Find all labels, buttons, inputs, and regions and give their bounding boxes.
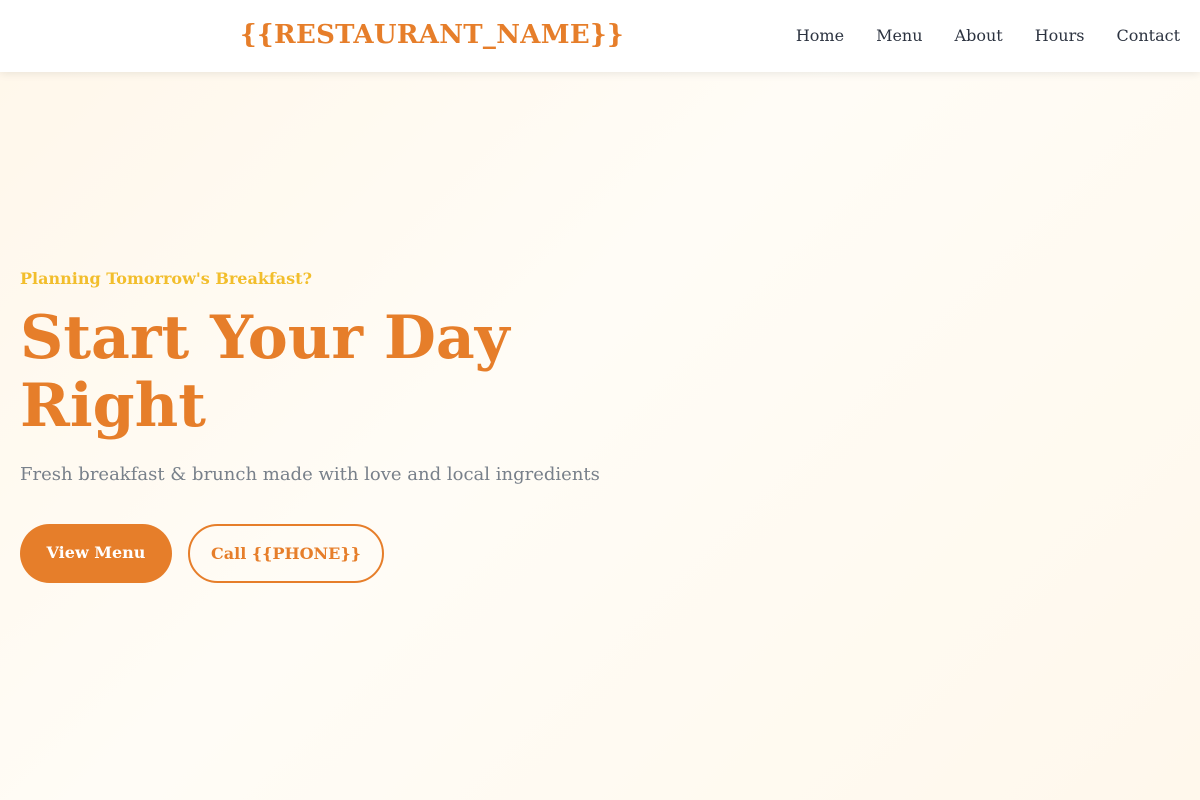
main-nav: Home Menu About Hours Contact — [796, 24, 1180, 48]
nav-home-link[interactable]: Home — [796, 24, 844, 48]
restaurant-name-logo[interactable]: {{RESTAURANT_NAME}} — [240, 17, 624, 53]
hero-headline-line-2: Right — [20, 371, 206, 441]
nav-hours-link[interactable]: Hours — [1035, 24, 1085, 48]
nav-about-link[interactable]: About — [955, 24, 1003, 48]
hero-headline-line-1: Start Your Day — [20, 303, 510, 373]
top-navbar: {{RESTAURANT_NAME}} Home Menu About Hour… — [0, 0, 1200, 72]
nav-contact-link[interactable]: Contact — [1116, 24, 1180, 48]
call-phone-button[interactable]: Call {{PHONE}} — [188, 524, 384, 583]
hero-eyebrow: Planning Tomorrow's Breakfast? — [20, 269, 312, 288]
hero-section: Planning Tomorrow's Breakfast? Start You… — [20, 266, 640, 583]
nav-menu-link[interactable]: Menu — [876, 24, 922, 48]
view-menu-button[interactable]: View Menu — [20, 524, 172, 583]
hero-subtitle: Fresh breakfast & brunch made with love … — [20, 464, 600, 485]
hero-actions: View Menu Call {{PHONE}} — [20, 524, 640, 583]
hero-headline: Start Your Day Right — [20, 304, 640, 440]
